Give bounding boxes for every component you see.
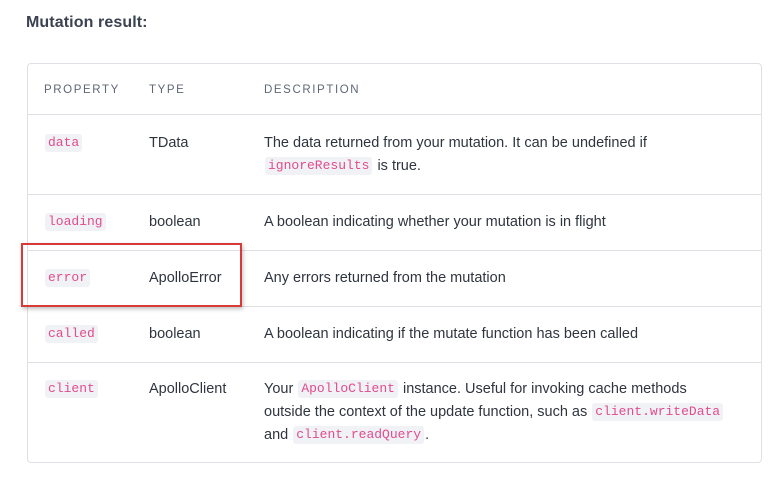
property-code: client [45, 380, 98, 398]
description-text: A boolean indicating if the mutate funct… [264, 326, 639, 342]
description-text: Your [264, 381, 298, 397]
description-cell: A boolean indicating if the mutate funct… [264, 323, 734, 346]
table-row: data TData The data returned from your m… [28, 115, 761, 195]
inline-code: ApolloClient [298, 380, 398, 398]
description-cell: Any errors returned from the mutation [264, 267, 734, 290]
table-row: error ApolloError Any errors returned fr… [28, 251, 761, 307]
header-type: TYPE [149, 84, 186, 96]
property-code: error [45, 269, 91, 287]
table-row: loading boolean A boolean indicating whe… [28, 195, 761, 251]
description-text: is true. [373, 158, 421, 174]
property-code: loading [45, 213, 106, 231]
table-row: client ApolloClient Your ApolloClient in… [28, 363, 761, 462]
header-description: DESCRIPTION [264, 84, 361, 96]
type-cell: ApolloClient [149, 381, 227, 397]
description-text: A boolean indicating whether your mutati… [264, 214, 606, 230]
description-text: . [425, 427, 430, 443]
description-text: Any errors returned from the mutation [264, 270, 506, 286]
inline-code: client.readQuery [293, 426, 425, 444]
inline-code: client.writeData [592, 403, 724, 421]
type-cell: boolean [149, 326, 201, 342]
inline-code: ignoreResults [265, 157, 373, 175]
mutation-result-table: PROPERTY TYPE DESCRIPTION data TData The… [27, 63, 762, 463]
description-text: The data returned from your mutation. It… [264, 135, 647, 151]
description-cell: A boolean indicating whether your mutati… [264, 211, 734, 234]
type-cell: boolean [149, 214, 201, 230]
description-cell: Your ApolloClient instance. Useful for i… [264, 378, 734, 447]
property-code: data [45, 134, 83, 152]
table-header-row: PROPERTY TYPE DESCRIPTION [28, 64, 761, 115]
description-cell: The data returned from your mutation. It… [264, 132, 734, 178]
property-code: called [45, 325, 98, 343]
section-title: Mutation result: [26, 14, 148, 31]
type-cell: ApolloError [149, 270, 222, 286]
type-cell: TData [149, 135, 189, 151]
header-property: PROPERTY [44, 84, 120, 96]
description-text: and [264, 427, 293, 443]
table-row: called boolean A boolean indicating if t… [28, 307, 761, 363]
